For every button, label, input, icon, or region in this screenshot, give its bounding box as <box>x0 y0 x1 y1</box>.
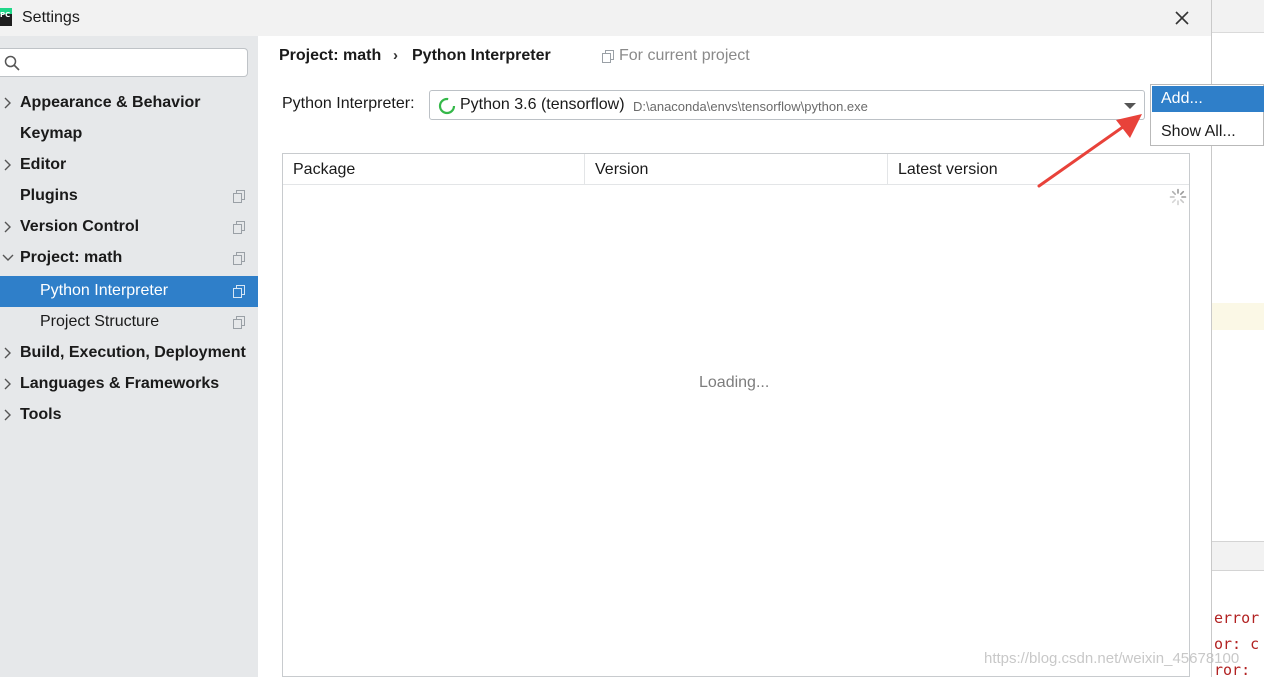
copy-icon <box>233 190 245 203</box>
sidebar-item-label: Tools <box>20 406 62 423</box>
menu-item-show-all[interactable]: Show All... <box>1152 121 1264 145</box>
sidebar-item[interactable]: Version Control <box>0 212 258 243</box>
sidebar-item-label: Keymap <box>20 125 83 142</box>
interpreter-popup-menu: Add... Show All... <box>1150 84 1264 146</box>
copy-icon <box>233 285 245 298</box>
sidebar-item[interactable]: Editor <box>0 150 258 181</box>
sidebar-item[interactable]: Tools <box>0 400 258 431</box>
breadcrumb-separator: › <box>393 47 398 64</box>
pycharm-logo-icon: PC <box>0 8 12 26</box>
chevron-right-icon[interactable] <box>2 378 14 390</box>
background-line-highlight <box>1212 303 1264 330</box>
spinner-icon <box>438 97 456 115</box>
packages-table[interactable]: Package Version Latest version Loading..… <box>282 153 1190 677</box>
copy-icon <box>233 221 245 234</box>
watermark: https://blog.csdn.net/weixin_45678100 <box>984 650 1240 667</box>
interpreter-label: Python Interpreter: <box>282 95 415 112</box>
scope-label: For current project <box>619 47 750 64</box>
loading-spinner-icon <box>1169 188 1187 206</box>
interpreter-path: D:\anaconda\envs\tensorflow\python.exe <box>633 99 868 114</box>
sidebar-item[interactable]: Python Interpreter <box>0 276 258 307</box>
chevron-down-icon[interactable] <box>2 252 14 264</box>
sidebar-item-label: Project: math <box>20 249 123 266</box>
search-icon <box>4 55 20 71</box>
sidebar-item[interactable]: Build, Execution, Deployment <box>0 338 258 369</box>
sidebar-item[interactable]: Project Structure <box>0 307 258 338</box>
sidebar-item-label: Build, Execution, Deployment <box>20 344 246 361</box>
background-code-line: error <box>1214 609 1260 627</box>
menu-item-add[interactable]: Add... <box>1152 86 1264 112</box>
chevron-right-icon[interactable] <box>2 221 14 233</box>
sidebar-item[interactable]: Project: math <box>0 243 258 274</box>
copy-icon <box>233 316 245 329</box>
interpreter-name: Python 3.6 (tensorflow) <box>460 96 625 113</box>
search-input[interactable] <box>24 52 239 73</box>
sidebar-item[interactable]: Keymap <box>0 119 258 150</box>
page-title: Python Interpreter <box>412 47 551 64</box>
close-button[interactable] <box>1168 4 1196 32</box>
background-panel-header <box>1212 541 1264 571</box>
title-bar <box>0 0 1211 36</box>
sidebar-item-label: Appearance & Behavior <box>20 94 201 111</box>
column-header-version[interactable]: Version <box>584 154 887 185</box>
settings-search-box[interactable] <box>0 48 248 77</box>
chevron-right-icon[interactable] <box>2 97 14 109</box>
chevron-right-icon[interactable] <box>2 347 14 359</box>
loading-text: Loading... <box>699 374 770 391</box>
background-toolbar <box>1212 0 1264 33</box>
chevron-right-icon[interactable] <box>2 409 14 421</box>
column-header-package[interactable]: Package <box>283 154 584 185</box>
breadcrumb-project: Project: math <box>279 47 382 64</box>
sidebar-item-label: Plugins <box>20 187 78 204</box>
sidebar-item-label: Version Control <box>20 218 140 235</box>
sidebar-item[interactable]: Languages & Frameworks <box>0 369 258 400</box>
chevron-right-icon[interactable] <box>2 159 14 171</box>
sidebar-item[interactable]: Plugins <box>0 181 258 212</box>
sidebar-item-label: Project Structure <box>40 313 160 330</box>
annotation-arrow <box>1037 114 1142 188</box>
window-title: Settings <box>22 9 80 26</box>
sidebar-item[interactable]: Appearance & Behavior <box>0 88 258 119</box>
sidebar-item-label: Python Interpreter <box>40 282 169 299</box>
sidebar-item-label: Languages & Frameworks <box>20 375 220 392</box>
copy-icon <box>602 50 614 63</box>
copy-icon <box>233 252 245 265</box>
sidebar-item-label: Editor <box>20 156 67 173</box>
close-icon <box>1175 11 1189 25</box>
